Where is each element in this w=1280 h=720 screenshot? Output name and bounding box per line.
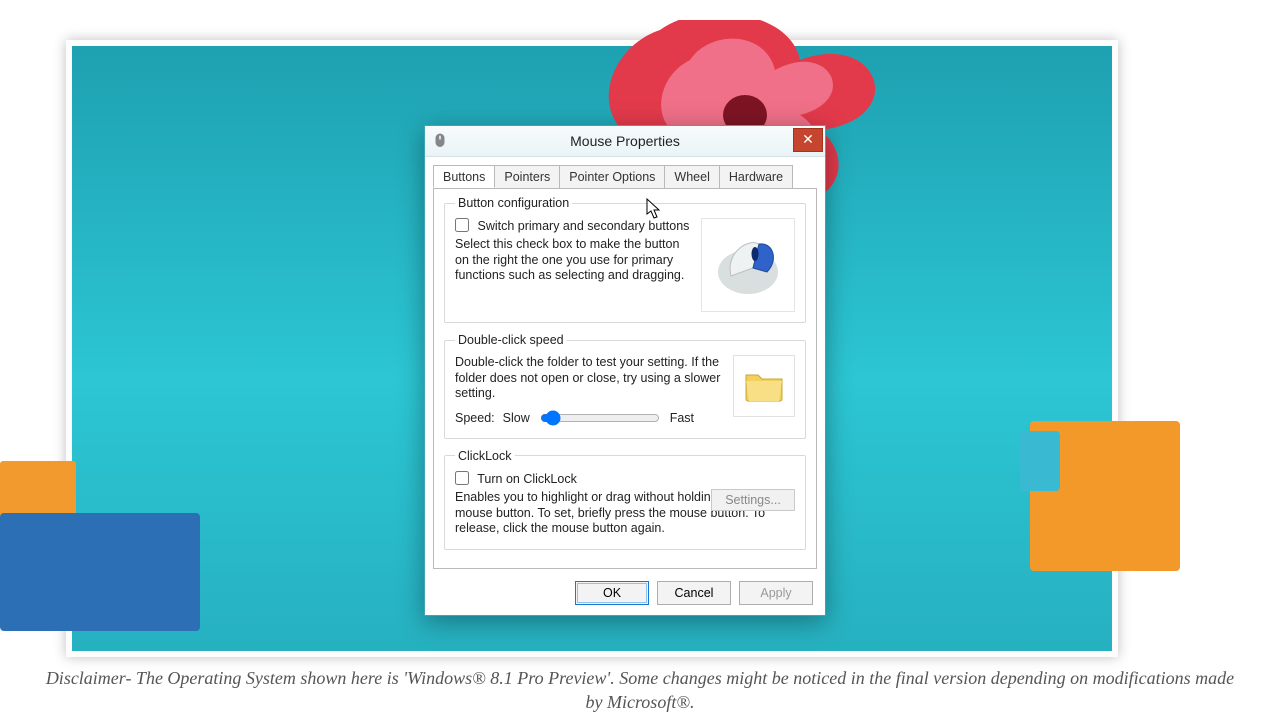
switch-buttons-description: Select this check box to make the button… [455,237,693,284]
group-legend: Button configuration [455,196,572,210]
ok-button[interactable]: OK [575,581,649,605]
speed-slider[interactable] [540,410,660,426]
group-clicklock: ClickLock Turn on ClickLock Settings... … [444,449,806,550]
tab-pointers[interactable]: Pointers [494,165,560,188]
clicklock-text: Turn on ClickLock [477,472,577,486]
tab-strip: Buttons Pointers Pointer Options Wheel H… [433,165,817,189]
tab-buttons[interactable]: Buttons [433,165,495,188]
switch-buttons-label[interactable]: Switch primary and secondary buttons [455,219,689,233]
close-button[interactable]: ✕ [793,128,823,152]
group-legend: Double-click speed [455,333,567,347]
window-title: Mouse Properties [425,133,825,149]
dialog-buttons: OK Cancel Apply [575,581,813,605]
mouse-illustration [701,218,795,312]
tab-wheel[interactable]: Wheel [664,165,719,188]
titlebar[interactable]: Mouse Properties ✕ [425,126,825,157]
clicklock-checkbox[interactable] [455,471,469,485]
speed-fast: Fast [670,411,694,425]
desktop-wallpaper: Mouse Properties ✕ Buttons Pointers Poin… [66,40,1118,657]
cancel-button[interactable]: Cancel [657,581,731,605]
mouse-properties-window: Mouse Properties ✕ Buttons Pointers Poin… [424,125,826,616]
group-double-click: Double-click speed Double-click the fold… [444,333,806,439]
tab-pointer-options[interactable]: Pointer Options [559,165,665,188]
group-legend: ClickLock [455,449,515,463]
switch-buttons-text: Switch primary and secondary buttons [477,219,689,233]
test-folder[interactable] [733,355,795,417]
apply-button: Apply [739,581,813,605]
tab-hardware[interactable]: Hardware [719,165,793,188]
clicklock-label[interactable]: Turn on ClickLock [455,472,577,486]
clicklock-settings-button: Settings... [711,489,795,511]
speed-slow: Slow [503,411,530,425]
group-button-configuration: Button configuration Switch primary and … [444,196,806,323]
tab-panel-buttons: Button configuration Switch primary and … [433,188,817,569]
switch-buttons-checkbox[interactable] [455,218,469,232]
speed-label: Speed: [455,411,495,425]
double-click-description: Double-click the folder to test your set… [455,355,723,402]
disclaimer-text: Disclaimer- The Operating System shown h… [0,667,1280,714]
